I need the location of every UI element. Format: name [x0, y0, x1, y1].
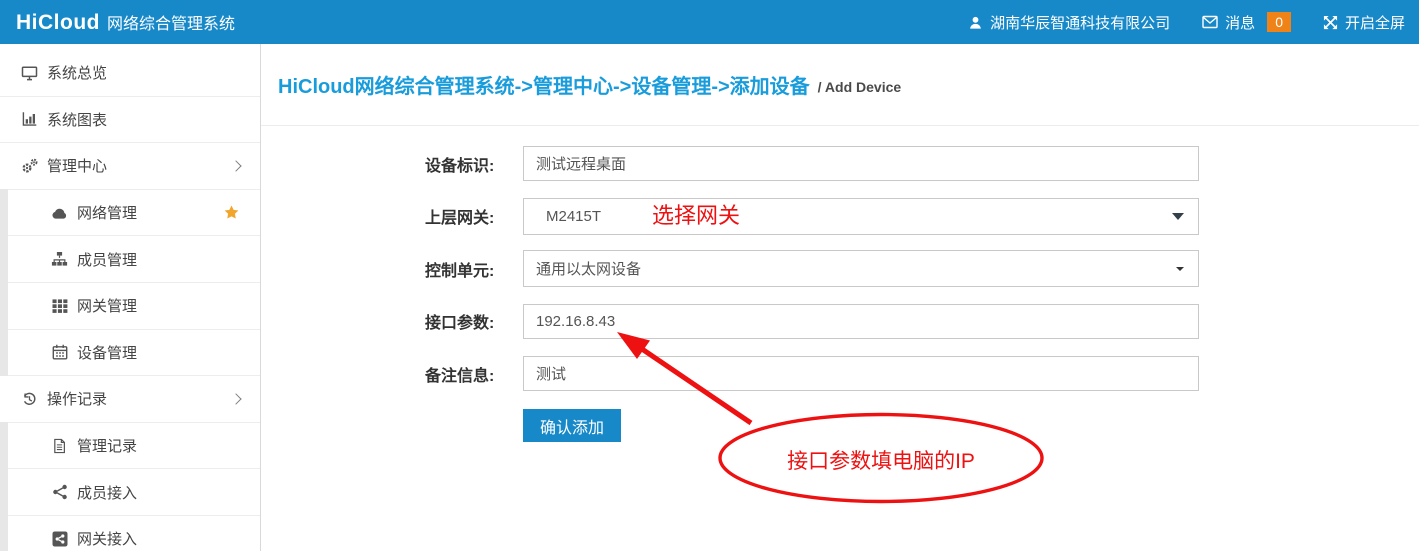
- sidebar-item-label: 系统图表: [47, 109, 107, 130]
- remarks-input[interactable]: [523, 356, 1199, 391]
- sidebar-item-gateway-management[interactable]: 网关管理: [0, 283, 260, 330]
- app-window: HiCloud 网络综合管理系统 湖南华辰智通科技有限公司 消息 0: [0, 0, 1419, 551]
- main-content: HiCloud网络综合管理系统->管理中心->设备管理->添加设备 / Add …: [261, 44, 1419, 551]
- caret-down-icon: [1172, 213, 1184, 220]
- sidebar-item-label: 网络管理: [77, 202, 137, 223]
- caret-down-icon: [1176, 267, 1184, 271]
- topbar: HiCloud 网络综合管理系统 湖南华辰智通科技有限公司 消息 0: [0, 0, 1419, 44]
- share-square-icon: [50, 531, 69, 547]
- calendar-icon: [50, 344, 69, 360]
- breadcrumb: HiCloud网络综合管理系统->管理中心->设备管理->添加设备 / Add …: [261, 44, 1419, 126]
- interface-ip-annotation: 接口参数填电脑的IP: [721, 445, 1041, 475]
- select-gateway-annotation: 选择网关: [652, 198, 740, 230]
- star-icon[interactable]: [223, 204, 240, 221]
- sidebar-item-label: 管理中心: [47, 155, 107, 176]
- device-id-label: 设备标识:: [425, 152, 507, 176]
- upper-gateway-value: M2415T: [546, 208, 601, 225]
- chevron-right-icon: [230, 160, 241, 171]
- sidebar-item-label: 操作记录: [47, 388, 107, 409]
- form-row: 控制单元: 通用以太网设备: [425, 251, 1199, 286]
- sidebar-item-gateway-access[interactable]: 网关接入: [0, 516, 260, 551]
- sitemap-icon: [50, 251, 69, 267]
- messages-label: 消息: [1225, 12, 1255, 33]
- brand-name: HiCloud: [16, 11, 100, 35]
- brand-subtitle: 网络综合管理系统: [107, 10, 235, 34]
- breadcrumb-path: HiCloud网络综合管理系统->管理中心->设备管理->添加设备: [278, 70, 810, 99]
- interface-params-label: 接口参数:: [425, 309, 507, 333]
- sidebar-item-management-records[interactable]: 管理记录: [0, 423, 260, 470]
- app-logo[interactable]: HiCloud 网络综合管理系统: [16, 10, 235, 35]
- sidebar-item-label: 网关接入: [77, 528, 137, 549]
- topbar-actions: 湖南华辰智通科技有限公司 消息 0 开启全屏: [968, 12, 1405, 33]
- sidebar-item-operation-records[interactable]: 操作记录: [0, 376, 260, 423]
- sidebar-item-label: 成员接入: [77, 482, 137, 503]
- user-icon: [968, 15, 983, 30]
- envelope-icon: [1202, 15, 1218, 29]
- desktop-icon: [20, 65, 39, 81]
- control-unit-value: 通用以太网设备: [536, 258, 641, 279]
- form-row: 接口参数:: [425, 304, 1199, 339]
- add-device-form: 设备标识: 上层网关: M2415T 控制单元: 通用以太网设备 接口参数:: [425, 146, 1199, 442]
- fullscreen-toggle[interactable]: 开启全屏: [1323, 12, 1405, 33]
- sidebar-item-member-access[interactable]: 成员接入: [0, 469, 260, 516]
- company-name: 湖南华辰智通科技有限公司: [990, 12, 1170, 33]
- messages-menu[interactable]: 消息 0: [1202, 12, 1291, 33]
- bar-chart-icon: [20, 111, 39, 127]
- fullscreen-label: 开启全屏: [1345, 12, 1405, 33]
- upper-gateway-select[interactable]: M2415T: [523, 198, 1199, 235]
- sidebar-item-label: 成员管理: [77, 249, 137, 270]
- account-menu[interactable]: 湖南华辰智通科技有限公司: [968, 12, 1170, 33]
- cloud-icon: [50, 206, 69, 220]
- sidebar-item-system-overview[interactable]: 系统总览: [0, 50, 260, 97]
- document-icon: [50, 438, 69, 454]
- history-icon: [20, 391, 39, 407]
- control-unit-label: 控制单元:: [425, 257, 507, 281]
- sidebar-item-member-management[interactable]: 成员管理: [0, 236, 260, 283]
- chevron-right-icon: [230, 393, 241, 404]
- grid-icon: [50, 298, 69, 314]
- gears-icon: [20, 158, 39, 174]
- sidebar-item-management-center[interactable]: 管理中心: [0, 143, 260, 190]
- device-id-input[interactable]: [523, 146, 1199, 181]
- sidebar-item-system-charts[interactable]: 系统图表: [0, 97, 260, 144]
- breadcrumb-suffix: / Add Device: [818, 75, 902, 95]
- remarks-label: 备注信息:: [425, 362, 507, 386]
- form-row: 备注信息:: [425, 356, 1199, 391]
- sidebar-item-device-management[interactable]: 设备管理: [0, 330, 260, 377]
- sidebar-item-label: 网关管理: [77, 295, 137, 316]
- control-unit-select[interactable]: 通用以太网设备: [523, 250, 1199, 287]
- form-row: 设备标识:: [425, 146, 1199, 181]
- sidebar-item-label: 设备管理: [77, 342, 137, 363]
- sidebar-item-label: 系统总览: [47, 62, 107, 83]
- share-icon: [50, 484, 69, 500]
- sidebar-item-label: 管理记录: [77, 435, 137, 456]
- interface-params-input[interactable]: [523, 304, 1199, 339]
- messages-count-badge: 0: [1267, 12, 1291, 32]
- confirm-add-button[interactable]: 确认添加: [523, 409, 621, 442]
- upper-gateway-label: 上层网关:: [425, 204, 507, 228]
- sidebar-item-network-management[interactable]: 网络管理: [0, 190, 260, 237]
- expand-icon: [1323, 15, 1338, 30]
- sidebar: 系统总览 系统图表 管理中心 网络管理: [0, 44, 261, 551]
- form-row: 上层网关: M2415T: [425, 199, 1199, 234]
